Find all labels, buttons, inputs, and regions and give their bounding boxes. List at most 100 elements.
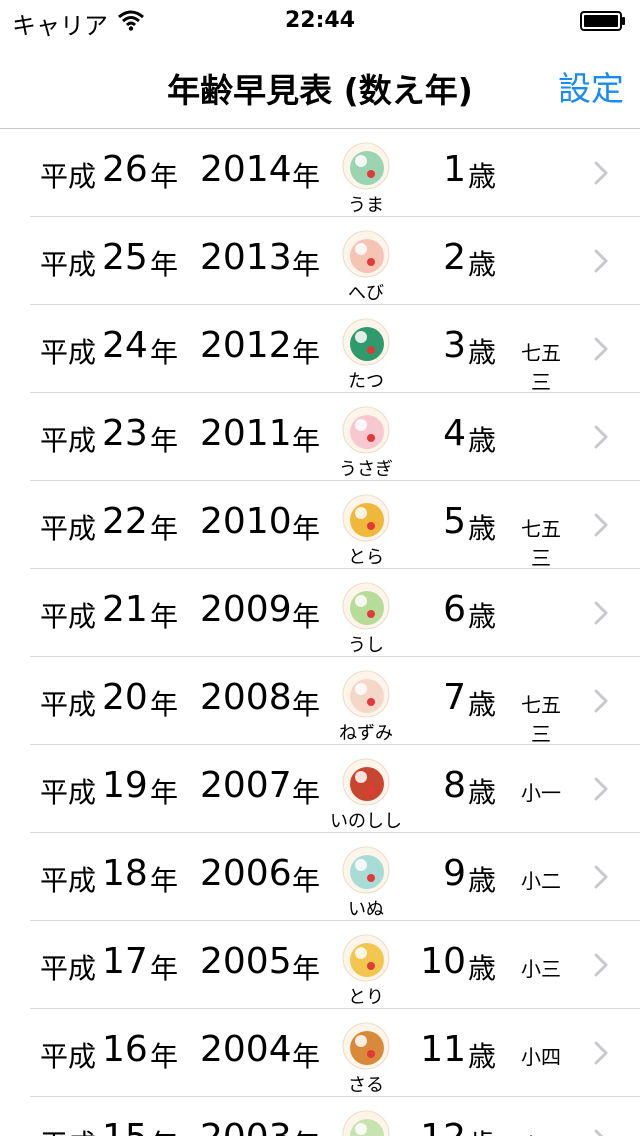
era-year-suffix: 年 — [150, 688, 179, 721]
zodiac-badge: うし — [336, 581, 394, 657]
zodiac-label: さる — [348, 1075, 384, 1096]
age-suffix: 歳 — [468, 688, 497, 721]
table-row[interactable]: 平成 20 年 2008 年 ねずみ 7 歳 七五三 — [0, 657, 640, 746]
age-suffix: 歳 — [468, 248, 497, 281]
era-year-suffix: 年 — [150, 952, 179, 985]
zodiac-badge: いぬ — [336, 845, 394, 921]
zodiac-badge: いのしし — [330, 757, 402, 833]
age-suffix: 歳 — [468, 512, 497, 545]
age-number: 1 — [443, 149, 466, 190]
table-row[interactable]: 平成 24 年 2012 年 たつ 3 歳 七五三 — [0, 305, 640, 394]
era-year: 18 — [102, 853, 148, 894]
western-year: 2003 — [200, 1117, 292, 1136]
chevron-right-icon — [594, 161, 608, 185]
western-year-suffix: 年 — [292, 160, 321, 193]
table-row[interactable]: 平成 21 年 2009 年 うし 6 歳 — [0, 569, 640, 657]
era-prefix: 平成 — [40, 864, 97, 897]
zodiac-label: うさぎ — [339, 459, 393, 480]
era-prefix: 平成 — [40, 952, 97, 985]
era-year-suffix: 年 — [150, 160, 179, 193]
western-year: 2004 — [200, 1029, 292, 1070]
western-year: 2005 — [200, 941, 292, 982]
table-row[interactable]: 平成 17 年 2005 年 とり 10 歳 小三 — [0, 921, 640, 1009]
chevron-right-icon — [594, 601, 608, 625]
zodiac-badge: ねずみ — [336, 669, 394, 745]
western-year-suffix: 年 — [292, 600, 321, 633]
age-number: 10 — [420, 941, 466, 982]
age-suffix: 歳 — [468, 336, 497, 369]
battery-icon — [580, 11, 625, 31]
era-year: 20 — [102, 677, 148, 718]
zodiac-label: とら — [348, 547, 384, 568]
zodiac-badge: とら — [336, 493, 394, 569]
table-row[interactable]: 平成 23 年 2011 年 うさぎ 4 歳 — [0, 393, 640, 481]
era-year: 25 — [102, 237, 148, 278]
western-year: 2012 — [200, 325, 292, 366]
era-year: 19 — [102, 765, 148, 806]
dog-icon — [342, 846, 390, 894]
zodiac-badge: さる — [336, 1021, 394, 1097]
age-number: 5 — [443, 501, 466, 542]
navigation-bar: 年齢早見表 (数え年) 設定 — [0, 40, 640, 129]
sheep-icon — [342, 1110, 390, 1136]
western-year: 2006 — [200, 853, 292, 894]
era-year-suffix: 年 — [150, 424, 179, 457]
zodiac-badge: うま — [336, 141, 394, 217]
western-year: 2013 — [200, 237, 292, 278]
zodiac-label: とり — [348, 987, 384, 1008]
milestone-note: 七五三 — [521, 693, 561, 746]
zodiac-badge: ひつじ — [336, 1109, 394, 1136]
page-title: 年齢早見表 (数え年) — [167, 71, 473, 110]
era-year-suffix: 年 — [150, 600, 179, 633]
table-row[interactable]: 平成 19 年 2007 年 いのしし 8 歳 小一 — [0, 745, 640, 833]
age-suffix: 歳 — [468, 600, 497, 633]
zodiac-label: うま — [348, 195, 384, 216]
snake-icon — [342, 230, 390, 278]
chevron-right-icon — [594, 425, 608, 449]
zodiac-label: たつ — [348, 371, 384, 392]
table-row[interactable]: 平成 15 年 2003 年 ひつじ 12 歳 小五 — [0, 1097, 640, 1136]
settings-button[interactable]: 設定 — [558, 62, 624, 110]
western-year: 2008 — [200, 677, 292, 718]
zodiac-badge: とり — [336, 933, 394, 1009]
zodiac-badge: へび — [336, 229, 394, 305]
age-number: 6 — [443, 589, 466, 630]
zodiac-label: うし — [348, 635, 384, 656]
era-year-suffix: 年 — [150, 248, 179, 281]
era-prefix: 平成 — [40, 512, 97, 545]
zodiac-badge: うさぎ — [336, 405, 394, 481]
age-suffix: 歳 — [468, 776, 497, 809]
table-row[interactable]: 平成 25 年 2013 年 へび 2 歳 — [0, 217, 640, 305]
western-year-suffix: 年 — [292, 776, 321, 809]
era-year: 26 — [102, 149, 148, 190]
western-year: 2011 — [200, 413, 292, 454]
age-number: 11 — [420, 1029, 466, 1070]
era-year-suffix: 年 — [150, 1040, 179, 1073]
table-row[interactable]: 平成 16 年 2004 年 さる 11 歳 小四 — [0, 1009, 640, 1097]
chevron-right-icon — [594, 953, 608, 977]
chevron-right-icon — [594, 337, 608, 361]
zodiac-badge: たつ — [336, 317, 394, 393]
western-year: 2014 — [200, 149, 292, 190]
age-number: 12 — [420, 1117, 466, 1136]
rooster-icon — [342, 934, 390, 982]
era-prefix: 平成 — [40, 248, 97, 281]
age-number: 2 — [443, 237, 466, 278]
western-year-suffix: 年 — [292, 336, 321, 369]
western-year: 2009 — [200, 589, 292, 630]
western-year-suffix: 年 — [292, 1123, 320, 1136]
era-year-suffix: 年 — [150, 1123, 178, 1136]
era-year: 24 — [102, 325, 148, 366]
era-prefix: 平成 — [40, 688, 97, 721]
era-prefix: 平成 — [40, 424, 97, 457]
chevron-right-icon — [594, 513, 608, 537]
era-prefix: 平成 — [40, 336, 97, 369]
table-row[interactable]: 平成 22 年 2010 年 とら 5 歳 七五三 — [0, 481, 640, 570]
table-row[interactable]: 平成 18 年 2006 年 いぬ 9 歳 小二 — [0, 833, 640, 921]
age-table-list[interactable]: 平成 26 年 2014 年 うま 1 歳 平成 25 年 2013 年 へび … — [0, 129, 640, 1136]
status-bar: キャリア 22:44 — [0, 0, 640, 40]
western-year-suffix: 年 — [292, 424, 321, 457]
age-suffix: 歳 — [468, 424, 497, 457]
table-row[interactable]: 平成 26 年 2014 年 うま 1 歳 — [0, 129, 640, 217]
milestone-note: 小四 — [521, 1045, 561, 1069]
